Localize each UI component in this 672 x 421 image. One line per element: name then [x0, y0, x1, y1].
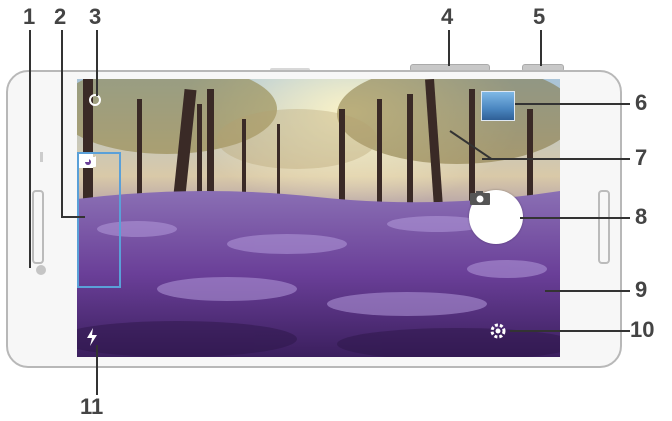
- callout-11: 11: [80, 394, 104, 419]
- leader-line-4: [448, 30, 450, 66]
- shutter-button[interactable]: [469, 190, 523, 244]
- camera-icon[interactable]: [80, 155, 108, 227]
- leader-line-6: [515, 103, 630, 105]
- leader-line-11: [96, 345, 98, 395]
- callout-9: 9: [635, 277, 648, 302]
- callout-7: 7: [635, 145, 648, 170]
- gallery-thumbnail[interactable]: [481, 91, 515, 121]
- gear-icon[interactable]: [489, 322, 507, 340]
- callout-2: 2: [54, 4, 67, 29]
- callout-6: 6: [635, 90, 648, 115]
- left-slot: [32, 190, 44, 264]
- manual-mode-icon[interactable]: [79, 154, 108, 264]
- leader-line-5: [540, 30, 542, 66]
- callout-10: 10: [630, 317, 655, 342]
- leader-line-9: [545, 290, 630, 292]
- callout-8: 8: [635, 204, 648, 229]
- camera-diagram: 1 2 3 4 5 6 7 8 9 10 11: [0, 0, 672, 421]
- capture-mode-panel[interactable]: [77, 152, 121, 288]
- leader-line-1: [29, 30, 31, 268]
- leader-line-2h: [61, 216, 85, 218]
- callout-1: 1: [23, 4, 36, 29]
- video-camera-icon[interactable]: [80, 156, 108, 190]
- leader-line-2: [61, 30, 63, 218]
- leader-line-8: [520, 217, 630, 219]
- callout-3: 3: [89, 4, 102, 29]
- zoom-icon[interactable]: [87, 93, 103, 107]
- sensor-mark: [40, 152, 43, 162]
- front-camera-lens: [36, 265, 46, 275]
- right-slot: [598, 190, 610, 264]
- leader-line-7: [482, 158, 630, 160]
- callout-4: 4: [441, 4, 454, 29]
- leader-line-10: [510, 330, 630, 332]
- callout-5: 5: [533, 4, 546, 29]
- viewfinder-screen[interactable]: [77, 79, 560, 357]
- flash-icon[interactable]: [85, 327, 101, 347]
- leader-line-3: [96, 30, 98, 96]
